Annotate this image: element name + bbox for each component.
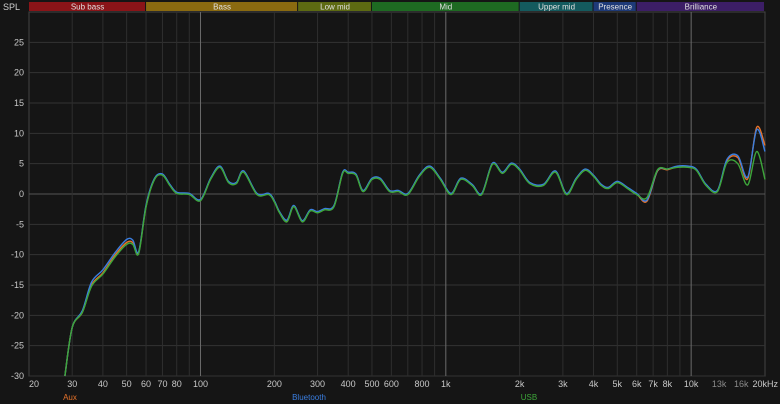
x-tick-label: 20kHz bbox=[752, 379, 778, 389]
x-tick-label: 16k bbox=[734, 379, 749, 389]
band-label: Bass bbox=[213, 3, 231, 12]
y-tick-label: -30 bbox=[11, 371, 24, 381]
x-tick-label: 40 bbox=[98, 379, 108, 389]
x-tick-label: 4k bbox=[589, 379, 599, 389]
x-tick-label: 3k bbox=[558, 379, 568, 389]
x-tick-label: 30 bbox=[67, 379, 77, 389]
legend-usb: USB bbox=[521, 393, 537, 402]
band-label: Low mid bbox=[320, 3, 350, 12]
x-tick-label: 200 bbox=[267, 379, 282, 389]
x-tick-label: 1k bbox=[441, 379, 451, 389]
y-tick-label: 10 bbox=[14, 128, 24, 138]
y-tick-label: -25 bbox=[11, 341, 24, 351]
frequency-response-chart: Sub bass Bass Low mid Mid Upper mid Presence B… bbox=[0, 0, 780, 404]
band-label: Mid bbox=[439, 3, 452, 12]
x-tick-label: 300 bbox=[310, 379, 325, 389]
x-tick-label: 6k bbox=[632, 379, 642, 389]
x-tick-label: 10k bbox=[684, 379, 699, 389]
x-tick-label: 500 bbox=[364, 379, 379, 389]
x-tick-label: 8k bbox=[663, 379, 673, 389]
band-label: Brilliance bbox=[685, 3, 718, 12]
band-label: Presence bbox=[598, 3, 632, 12]
x-tick-label: 7k bbox=[648, 379, 658, 389]
x-tick-label: 800 bbox=[415, 379, 430, 389]
x-tick-label: 13k bbox=[712, 379, 727, 389]
y-tick-label: 15 bbox=[14, 98, 24, 108]
x-tick-label: 2k bbox=[515, 379, 525, 389]
x-tick-label: 70 bbox=[157, 379, 167, 389]
x-tick-label: 5k bbox=[613, 379, 623, 389]
band-label: Sub bass bbox=[71, 3, 104, 12]
frequency-bands: Sub bass Bass Low mid Mid Upper mid Presence B… bbox=[29, 2, 764, 12]
x-tick-label: 60 bbox=[141, 379, 151, 389]
x-tick-label: 80 bbox=[172, 379, 182, 389]
x-tick-label: 100 bbox=[193, 379, 208, 389]
chart-background bbox=[0, 0, 780, 404]
y-tick-label: 20 bbox=[14, 68, 24, 78]
x-tick-label: 400 bbox=[341, 379, 356, 389]
y-tick-label: -10 bbox=[11, 250, 24, 260]
y-tick-label: 5 bbox=[19, 159, 24, 169]
y-tick-label: -20 bbox=[11, 310, 24, 320]
y-tick-label: 0 bbox=[19, 189, 24, 199]
y-axis-label: SPL bbox=[3, 2, 20, 12]
x-tick-label: 50 bbox=[122, 379, 132, 389]
x-tick-label: 20 bbox=[29, 379, 39, 389]
y-tick-label: 25 bbox=[14, 37, 24, 47]
y-tick-label: -15 bbox=[11, 280, 24, 290]
legend-bluetooth: Bluetooth bbox=[292, 393, 326, 402]
band-label: Upper mid bbox=[538, 3, 575, 12]
y-tick-label: -5 bbox=[16, 219, 24, 229]
legend-aux: Aux bbox=[63, 393, 77, 402]
x-tick-label: 600 bbox=[384, 379, 399, 389]
